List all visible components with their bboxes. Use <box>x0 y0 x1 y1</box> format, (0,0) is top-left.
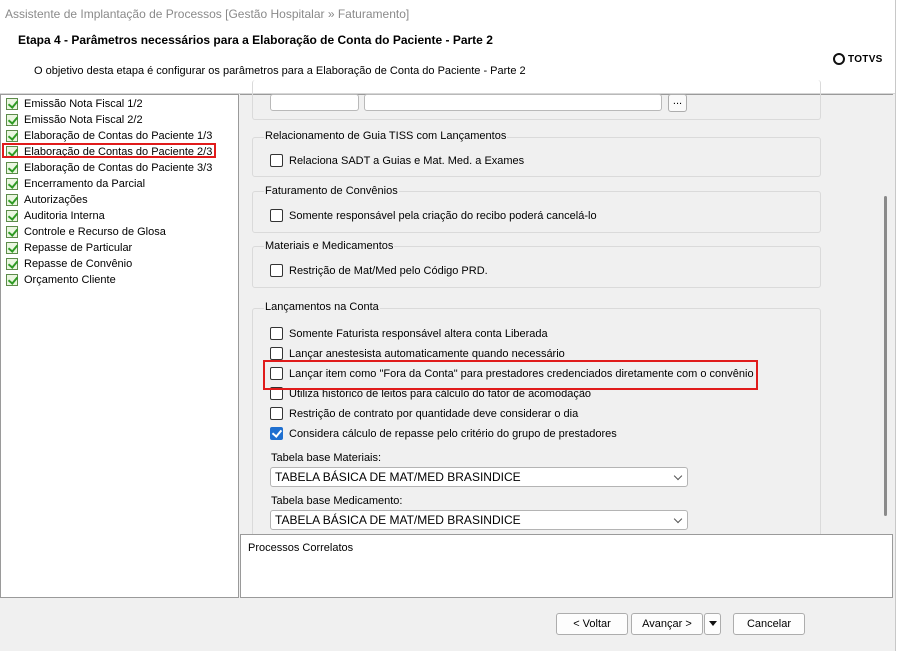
checklist-icon <box>6 178 18 190</box>
tree-item-label: Repasse de Convênio <box>24 258 133 270</box>
group-title-materiais-medicamentos: Materiais e Medicamentos <box>264 240 395 252</box>
next-button[interactable]: Avançar > <box>631 613 703 635</box>
checklist-icon <box>6 114 18 126</box>
back-button[interactable]: < Voltar <box>556 613 628 635</box>
tree-item-glosa[interactable]: Controle e Recurso de Glosa <box>6 224 166 240</box>
wizard-window: Assistente de Implantação de Processos [… <box>0 0 896 651</box>
group-title-faturamento-convenios: Faturamento de Convênios <box>264 185 399 197</box>
tree-item-label: Orçamento Cliente <box>24 274 116 286</box>
logo-text: TOTVS <box>848 53 883 65</box>
tree-item-label: Elaboração de Contas do Paciente 3/3 <box>24 162 213 174</box>
group-title-lancamentos-conta: Lançamentos na Conta <box>264 301 380 313</box>
group-frame-top <box>252 80 821 120</box>
logo-ring-icon <box>833 53 845 65</box>
checkbox[interactable] <box>270 209 283 222</box>
chevron-down-icon <box>673 471 683 481</box>
checklist-icon <box>6 194 18 206</box>
selected-step-highlight <box>2 143 216 158</box>
tree-item-auditoria[interactable]: Auditoria Interna <box>6 208 105 224</box>
label-tabela-materiais: Tabela base Materiais: <box>271 452 382 464</box>
checkbox[interactable] <box>270 327 283 340</box>
option-relaciona-sadt[interactable]: Relaciona SADT a Guias e Mat. Med. a Exa… <box>270 154 524 167</box>
tree-item-label: Auditoria Interna <box>24 210 105 222</box>
checklist-icon <box>6 162 18 174</box>
title-bar: Assistente de Implantação de Processos [… <box>0 0 895 28</box>
tree-item-label: Encerramento da Parcial <box>24 178 146 190</box>
tree-item-autorizacoes[interactable]: Autorizações <box>6 192 88 208</box>
chevron-down-icon <box>673 514 683 524</box>
checklist-icon <box>6 98 18 110</box>
caret-down-icon <box>709 621 717 626</box>
tree-item-label: Emissão Nota Fiscal 1/2 <box>24 98 143 110</box>
next-dropdown-button[interactable] <box>704 613 721 635</box>
select-value: TABELA BÁSICA DE MAT/MED BRASINDICE <box>275 513 521 527</box>
tree-item-label: Controle e Recurso de Glosa <box>24 226 166 238</box>
checklist-icon <box>6 258 18 270</box>
checklist-icon <box>6 130 18 142</box>
option-restricao-matmed[interactable]: Restrição de Mat/Med pelo Código PRD. <box>270 264 488 277</box>
label-tabela-medicamento: Tabela base Medicamento: <box>271 495 403 507</box>
select-value: TABELA BÁSICA DE MAT/MED BRASINDICE <box>275 470 521 484</box>
tree-item-label: Emissão Nota Fiscal 2/2 <box>24 114 143 126</box>
tree-item-encerramento-parcial[interactable]: Encerramento da Parcial <box>6 176 145 192</box>
checkbox[interactable] <box>270 347 283 360</box>
tree-item-label: Autorizações <box>24 194 88 206</box>
checklist-icon <box>6 226 18 238</box>
option-responsavel-recibo[interactable]: Somente responsável pela criação do reci… <box>270 209 597 222</box>
select-tabela-medicamento[interactable]: TABELA BÁSICA DE MAT/MED BRASINDICE <box>270 510 688 530</box>
cancel-button[interactable]: Cancelar <box>733 613 805 635</box>
option-calculo-repasse[interactable]: Considera cálculo de repasse pelo critér… <box>270 427 617 440</box>
option-restricao-contrato[interactable]: Restrição de contrato por quantidade dev… <box>270 407 578 420</box>
checklist-icon <box>6 242 18 254</box>
tree-item-contas-3[interactable]: Elaboração de Contas do Paciente 3/3 <box>6 160 212 176</box>
vertical-scrollbar[interactable] <box>884 196 887 516</box>
totvs-logo: TOTVS <box>833 53 883 65</box>
option-label: Considera cálculo de repasse pelo critér… <box>289 427 617 440</box>
option-label: Relaciona SADT a Guias e Mat. Med. a Exa… <box>289 154 525 167</box>
checklist-icon <box>6 274 18 286</box>
checklist-icon <box>6 210 18 222</box>
step-description: O objetivo desta etapa é configurar os p… <box>34 65 526 77</box>
checkbox[interactable] <box>270 407 283 420</box>
checkbox[interactable] <box>270 264 283 277</box>
tree-item-contas-1[interactable]: Elaboração de Contas do Paciente 1/3 <box>6 128 212 144</box>
tree-item-emissao-nf-1[interactable]: Emissão Nota Fiscal 1/2 <box>6 96 143 112</box>
option-label: Lançar anestesista automaticamente quand… <box>289 347 565 360</box>
checkbox-checked[interactable] <box>270 427 283 440</box>
group-title-guia-tiss: Relacionamento de Guia TISS com Lançamen… <box>264 130 508 142</box>
option-label: Restrição de Mat/Med pelo Código PRD. <box>289 264 488 277</box>
tree-item-label: Elaboração de Contas do Paciente 1/3 <box>24 130 213 142</box>
option-label: Restrição de contrato por quantidade dev… <box>289 407 579 420</box>
select-tabela-materiais[interactable]: TABELA BÁSICA DE MAT/MED BRASINDICE <box>270 467 688 487</box>
tree-item-repasse-convenio[interactable]: Repasse de Convênio <box>6 256 132 272</box>
option-label: Somente Faturista responsável altera con… <box>289 327 548 340</box>
tree-item-orcamento[interactable]: Orçamento Cliente <box>6 272 116 288</box>
related-processes-label: Processos Correlatos <box>248 542 354 554</box>
related-processes-panel: Processos Correlatos <box>240 534 893 598</box>
option-faturista-liberada[interactable]: Somente Faturista responsável altera con… <box>270 327 548 340</box>
window-title: Assistente de Implantação de Processos [… <box>5 7 410 21</box>
checkbox[interactable] <box>270 154 283 167</box>
tree-item-label: Repasse de Particular <box>24 242 133 254</box>
option-lancar-anestesista[interactable]: Lançar anestesista automaticamente quand… <box>270 347 565 360</box>
highlighted-option-frame <box>263 360 758 390</box>
tree-item-repasse-particular[interactable]: Repasse de Particular <box>6 240 132 256</box>
option-label: Somente responsável pela criação do reci… <box>289 209 597 222</box>
step-title: Etapa 4 - Parâmetros necessários para a … <box>18 33 493 47</box>
tree-item-emissao-nf-2[interactable]: Emissão Nota Fiscal 2/2 <box>6 112 143 128</box>
